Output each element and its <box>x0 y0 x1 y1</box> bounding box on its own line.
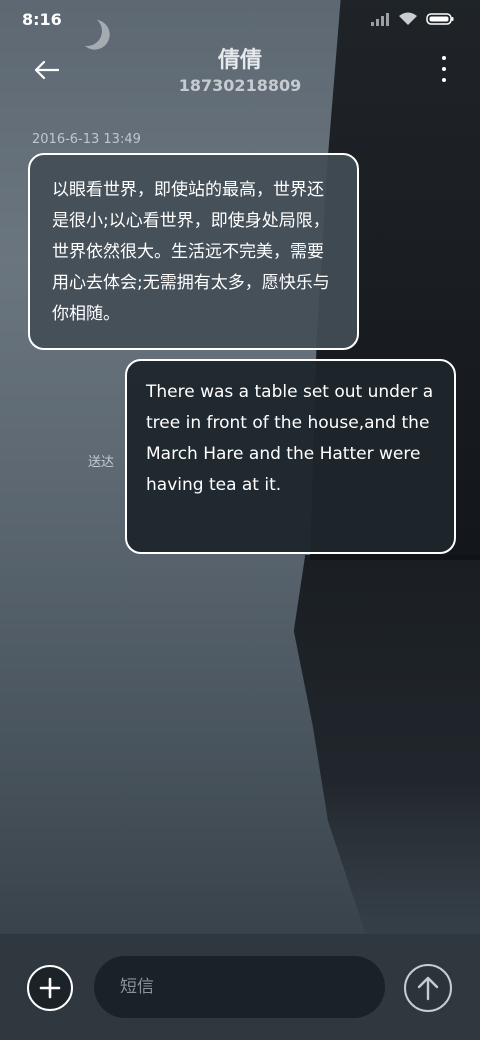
add-attachment-button[interactable] <box>27 965 73 1011</box>
phone-number: 18730218809 <box>178 76 302 95</box>
battery-icon <box>426 13 454 25</box>
more-vertical-icon <box>442 56 446 60</box>
delivery-status: 送达 <box>88 455 115 470</box>
composer-bar <box>0 934 480 1040</box>
signal-icon <box>371 13 389 26</box>
arrow-up-icon <box>417 976 439 1001</box>
status-bar: 8:16 <box>0 0 480 40</box>
status-time: 8:16 <box>22 10 62 29</box>
outgoing-message-bubble[interactable]: There was a table set out under a tree i… <box>125 359 456 554</box>
send-button[interactable] <box>404 964 452 1012</box>
contact-name: 倩倩 <box>217 48 262 73</box>
wifi-icon <box>399 12 417 25</box>
incoming-message-bubble[interactable]: 以眼看世界，即使站的最高，世界还是很小;以心看世界，即使身处局限，世界依然很大。… <box>28 153 359 350</box>
more-menu-button[interactable] <box>438 56 450 82</box>
plus-icon <box>39 977 61 999</box>
message-input[interactable] <box>94 956 385 1018</box>
reflection-background <box>293 555 480 935</box>
message-timestamp: 2016-6-13 13:49 <box>32 132 141 147</box>
messaging-screen: 8:16 倩倩 18730218809 2016-6-13 13:49 以眼看世… <box>0 0 480 1040</box>
status-icons <box>370 12 454 26</box>
